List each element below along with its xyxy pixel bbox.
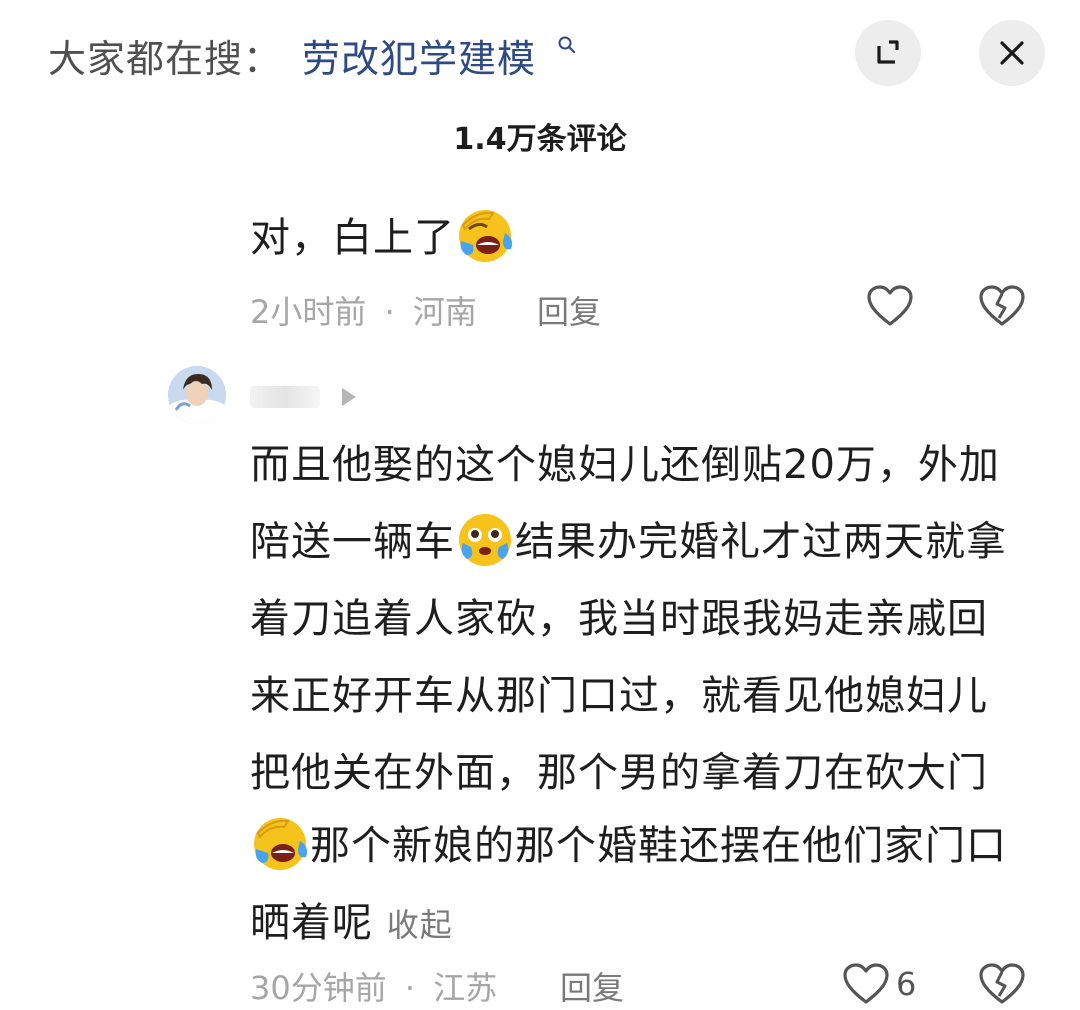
- comment-text: 对，白上了: [250, 200, 515, 277]
- comment-time: 2小时前: [250, 293, 367, 331]
- comment-meta: 2小时前 · 河南: [250, 287, 477, 333]
- comment-line: 把他关在外面，那个男的拿着刀在砍大门: [250, 750, 988, 796]
- comment-line: 陪送一辆车 结果办完婚礼才过两天就拿: [250, 504, 1007, 581]
- comment-text-content: 对，白上了: [250, 215, 455, 261]
- close-icon: [1000, 41, 1024, 65]
- comment-location: 江苏: [433, 969, 498, 1007]
- comment-location: 河南: [412, 293, 477, 331]
- comment-line: 来正好开车从那门口过，就看见他媳妇儿: [250, 673, 988, 719]
- meta-separator: ·: [404, 969, 416, 1007]
- search-label: 大家都在搜：: [48, 37, 283, 81]
- collapse-link[interactable]: 收起: [387, 906, 453, 944]
- comment-line-part: 晒着呢: [250, 900, 373, 946]
- comment-meta: 30分钟前 · 江苏: [250, 963, 497, 1009]
- reply-button[interactable]: 回复: [537, 287, 601, 333]
- collapse-icon: [877, 40, 899, 64]
- collapse-button[interactable]: [855, 20, 921, 86]
- comment-line: 那个新娘的那个婚鞋还摆在他们家门口: [250, 808, 1007, 885]
- comment-line: 而且他娶的这个媳妇儿还倒贴20万，外加: [250, 442, 1000, 488]
- crying-laughing-emoji: [254, 818, 308, 870]
- comment-line-part: 陪送一辆车: [250, 519, 455, 565]
- comment-line: 晒着呢 收起: [250, 885, 453, 964]
- pleading-emoji: [459, 514, 511, 566]
- broken-heart-icon[interactable]: [978, 962, 1026, 1006]
- close-button[interactable]: [979, 20, 1045, 86]
- heart-icon[interactable]: [842, 962, 890, 1006]
- crying-laughing-emoji: [459, 210, 513, 262]
- avatar[interactable]: [168, 366, 226, 424]
- username[interactable]: [250, 386, 320, 408]
- comment-count: 1.4万条评论: [453, 122, 627, 157]
- meta-separator: ·: [384, 293, 395, 331]
- reply-button[interactable]: 回复: [560, 963, 624, 1009]
- avatar-image: [168, 366, 226, 424]
- comment-time: 30分钟前: [250, 969, 387, 1007]
- play-icon[interactable]: [338, 384, 360, 410]
- heart-icon[interactable]: [866, 284, 914, 328]
- comment-line-part: 那个新娘的那个婚鞋还摆在他们家门口: [310, 823, 1007, 869]
- comment-line-part: 结果办完婚礼才过两天就拿: [515, 519, 1007, 565]
- broken-heart-icon[interactable]: [978, 284, 1026, 328]
- like-count: 6: [896, 965, 917, 1003]
- search-term-link[interactable]: 劳改犯学建模: [302, 28, 536, 83]
- comment-line: 着刀追着人家砍，我当时跟我妈走亲戚回: [250, 596, 988, 642]
- search-icon[interactable]: [556, 34, 578, 56]
